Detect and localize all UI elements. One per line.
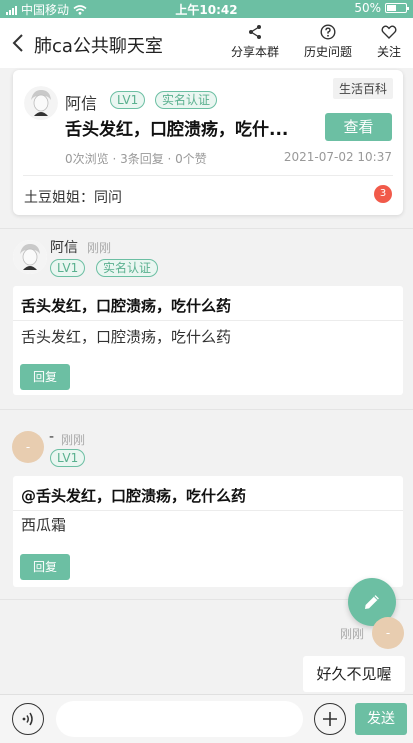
question-card[interactable]: 阿信 LV1 实名认证 生活百科 舌头发红，口腔溃疡，吃什... 查看 0次浏览… (13, 70, 403, 215)
app-header: 肺ca公共聊天室 分享本群 历史问题 关注 (0, 18, 413, 68)
message-time: 刚刚 (61, 433, 86, 447)
divider (0, 409, 413, 410)
avatar[interactable]: - (372, 617, 404, 649)
message-bubble: @舌头发红，口腔溃疡，吃什么药 西瓜霜 回复 (13, 476, 403, 587)
level-tag: LV1 (50, 449, 86, 467)
message-bubble: 舌头发红，口腔溃疡，吃什么药 舌头发红，口腔溃疡，吃什么药 回复 (13, 286, 403, 395)
quoted-question[interactable]: 舌头发红，口腔溃疡，吃什么药 (21, 295, 231, 316)
history-questions-button[interactable]: 历史问题 (304, 24, 352, 60)
share-icon (249, 25, 261, 39)
message-content: 西瓜霜 (21, 516, 67, 534)
follow-button[interactable]: 关注 (377, 24, 401, 60)
send-button[interactable]: 发送 (355, 703, 407, 735)
history-label: 历史问题 (304, 45, 353, 59)
pencil-icon (365, 595, 379, 609)
question-author: 阿信 (65, 94, 98, 113)
question-circle-icon (320, 24, 336, 40)
question-title: 舌头发红，口腔溃疡，吃什... (65, 120, 289, 140)
battery-icon (385, 3, 409, 13)
question-date: 2021-07-02 10:37 (283, 150, 392, 164)
plus-icon (323, 712, 337, 726)
message-author: 阿信 (50, 240, 78, 256)
share-group-button[interactable]: 分享本群 (231, 24, 279, 60)
back-arrow-icon[interactable] (10, 31, 28, 55)
heart-icon (381, 25, 397, 39)
divider (0, 228, 413, 229)
avatar (24, 86, 58, 120)
avatar[interactable]: - (12, 431, 44, 463)
question-stats: 0次浏览 · 3条回复 · 0个赞 (65, 152, 207, 166)
latest-reply: 土豆姐姐：同问 (24, 190, 122, 206)
verified-tag: 实名认证 (96, 259, 159, 277)
quoted-question[interactable]: @舌头发红，口腔溃疡，吃什么药 (21, 485, 246, 506)
share-label: 分享本群 (231, 45, 280, 59)
message-time: 刚刚 (340, 627, 365, 641)
message-author: - (49, 429, 55, 445)
battery-group: 50% (354, 1, 409, 15)
reply-button[interactable]: 回复 (20, 364, 70, 390)
more-button[interactable] (314, 703, 346, 735)
avatar[interactable] (13, 240, 47, 274)
voice-icon (22, 712, 33, 726)
input-bar: 发送 (0, 694, 413, 743)
level-tag: LV1 (50, 259, 86, 277)
divider (23, 175, 393, 176)
divider (13, 320, 403, 321)
page-title: 肺ca公共聊天室 (34, 36, 163, 57)
voice-button[interactable] (12, 703, 44, 735)
level-tag: LV1 (110, 91, 146, 109)
reply-button[interactable]: 回复 (20, 554, 70, 580)
message-content: 舌头发红，口腔溃疡，吃什么药 (21, 328, 232, 346)
category-badge: 生活百科 (332, 78, 393, 99)
clock: 上午10:42 (175, 3, 238, 17)
my-message-bubble: 好久不见喔 (303, 656, 405, 692)
message-time: 刚刚 (87, 241, 112, 255)
message-input[interactable] (56, 701, 303, 737)
view-button[interactable]: 查看 (325, 113, 392, 141)
status-bar: 中国移动 上午10:42 50% (0, 0, 413, 18)
follow-label: 关注 (377, 45, 402, 59)
divider (13, 510, 403, 511)
reply-count-badge: 3 (374, 185, 392, 203)
verified-tag: 实名认证 (155, 91, 218, 109)
battery-percent: 50% (354, 1, 381, 15)
